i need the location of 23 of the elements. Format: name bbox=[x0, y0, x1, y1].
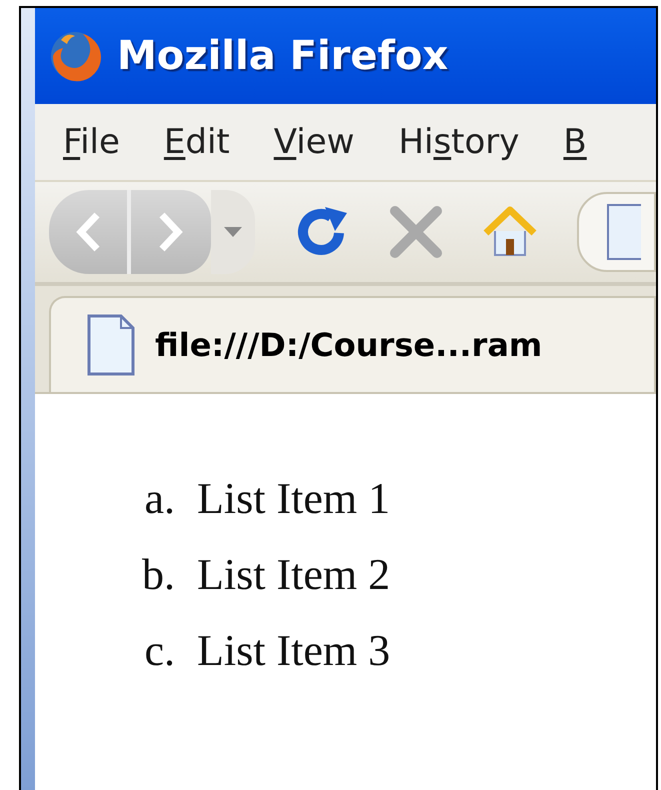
menu-item[interactable]: File bbox=[63, 116, 120, 168]
stop-icon[interactable] bbox=[389, 205, 443, 259]
list-marker: a. bbox=[143, 473, 176, 525]
caret-icon bbox=[224, 227, 242, 237]
menu-item[interactable]: History bbox=[398, 116, 520, 168]
menu-item[interactable]: B bbox=[563, 116, 587, 168]
history-dropdown-button[interactable] bbox=[211, 190, 255, 274]
menu-item[interactable]: View bbox=[274, 116, 354, 168]
address-bar[interactable] bbox=[577, 192, 656, 272]
list-marker: b. bbox=[141, 549, 176, 601]
menu-item[interactable]: Edit bbox=[164, 116, 230, 168]
tab-title: file:///D:/Course...ram bbox=[155, 325, 542, 366]
list-item-text: List Item 2 bbox=[197, 549, 390, 601]
page-icon bbox=[87, 314, 135, 376]
window-title: Mozilla Firefox bbox=[117, 36, 448, 76]
browser-tab[interactable]: file:///D:/Course...ram bbox=[49, 296, 656, 392]
forward-button[interactable] bbox=[131, 190, 211, 274]
list-item-text: List Item 1 bbox=[197, 473, 390, 525]
page-icon bbox=[607, 204, 641, 260]
home-icon[interactable] bbox=[483, 205, 537, 259]
list-marker: c. bbox=[143, 625, 176, 677]
back-button[interactable] bbox=[49, 190, 131, 274]
list-item-text: List Item 3 bbox=[197, 625, 390, 677]
